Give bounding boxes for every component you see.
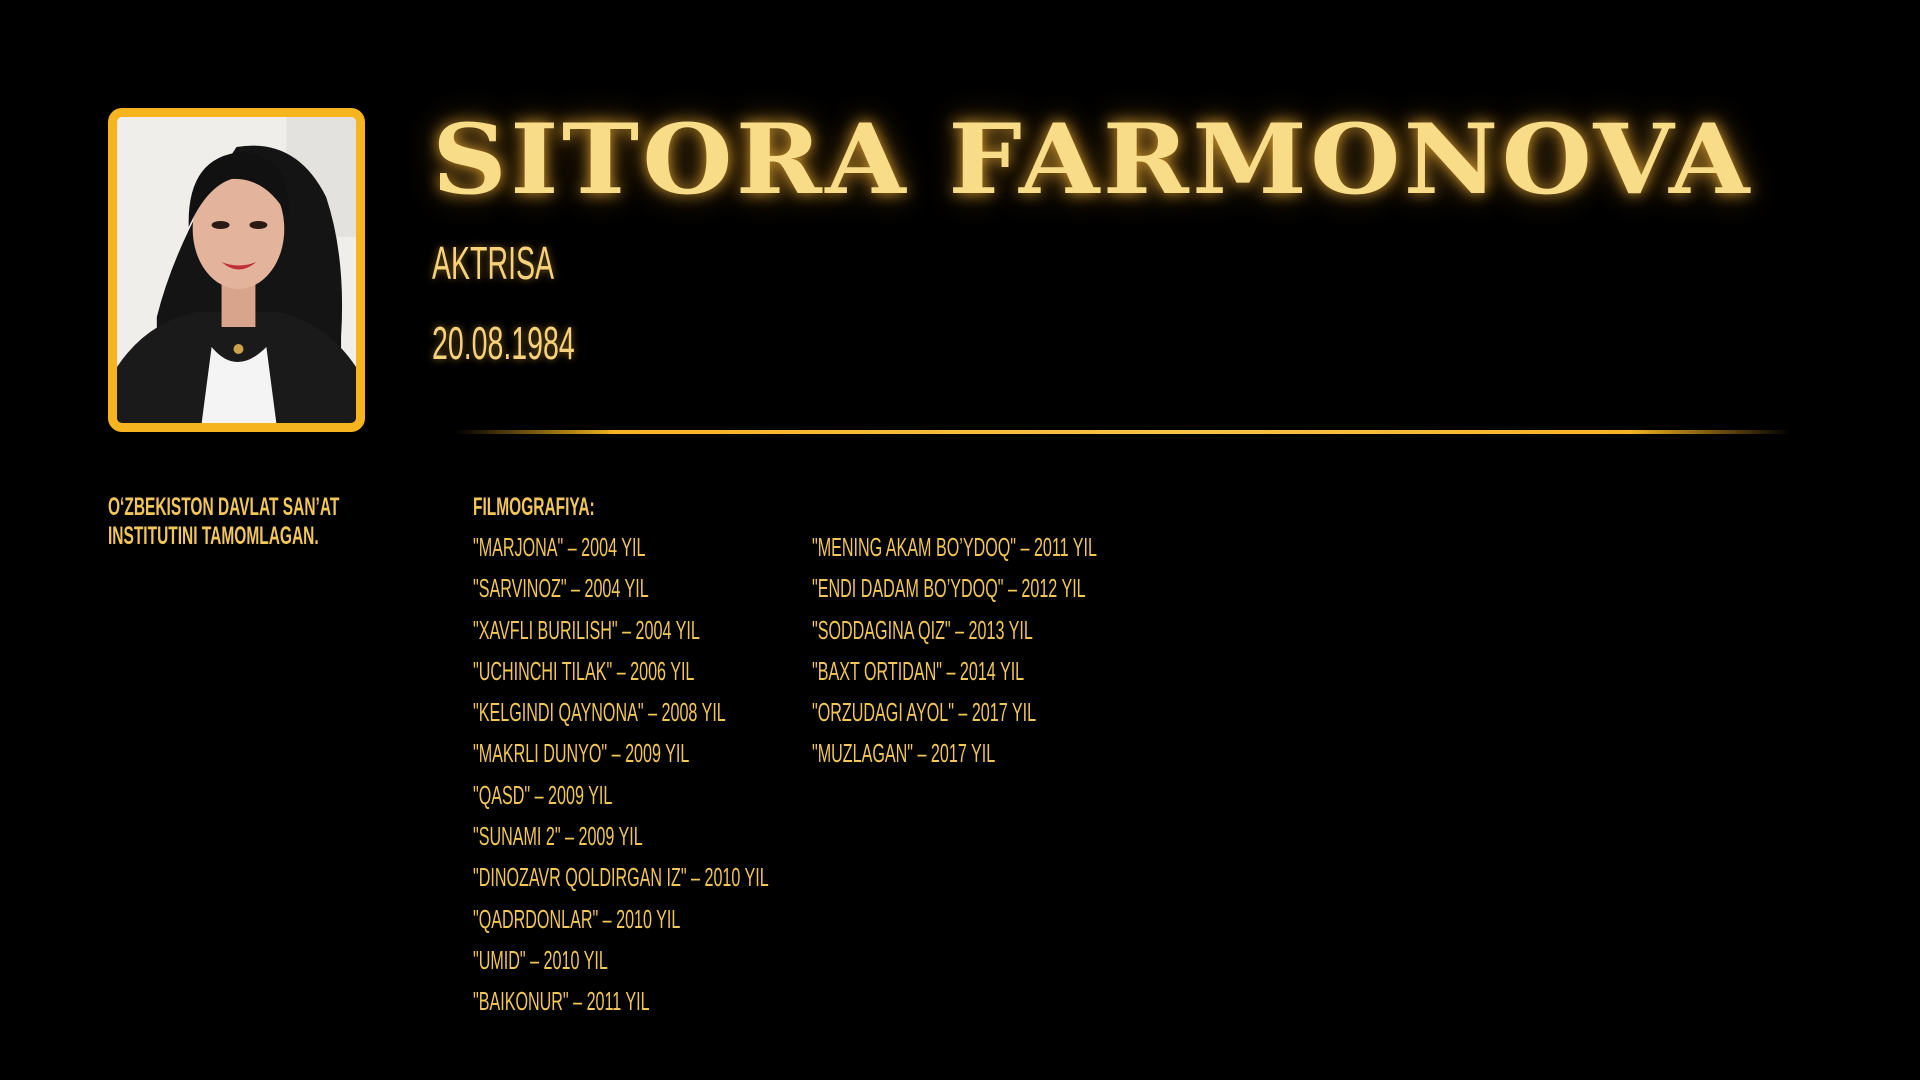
film-item: "SODDAGINA QIZ" – 2013 YIL <box>812 614 1033 645</box>
film-item: "QADRDONLAR" – 2010 YIL <box>473 903 681 934</box>
gold-divider <box>455 430 1790 434</box>
film-item: "UCHINCHI TILAK" – 2006 YIL <box>473 655 695 686</box>
film-item: "MUZLAGAN" – 2017 YIL <box>812 738 996 769</box>
portrait-photo <box>108 108 365 432</box>
actor-name: SITORA FARMONOVA <box>432 103 1753 216</box>
film-item: "UMID" – 2010 YIL <box>473 944 608 975</box>
film-item: "MENING AKAM BO’YDOQ" – 2011 YIL <box>812 532 1097 562</box>
film-item: "DINOZAVR QOLDIRGAN IZ" – 2010 YIL <box>473 862 769 893</box>
education-line: O‘ZBEKISTON DAVLAT SAN’AT <box>108 493 340 521</box>
film-item: "SARVINOZ" – 2004 YIL <box>473 573 649 604</box>
film-item: "XAVFLI BURILISH" – 2004 YIL <box>473 614 700 645</box>
film-item: "KELGINDI QAYNONA" – 2008 YIL <box>473 697 726 728</box>
education-line: INSTITUTINI TAMOMLAGAN. <box>108 522 319 550</box>
education-text: O‘ZBEKISTON DAVLAT SAN’AT INSTITUTINI TA… <box>108 493 339 551</box>
film-item: "QASD" – 2009 YIL <box>473 779 613 810</box>
film-item: "MAKRLI DUNYO" – 2009 YIL <box>473 738 690 769</box>
film-item: "SUNAMI 2" – 2009 YIL <box>473 821 643 852</box>
filmography-column-2: "MENING AKAM BO’YDOQ" – 2011 YIL "ENDI D… <box>812 532 1272 780</box>
filmography-title: FILMOGRAFIYA: <box>473 493 595 521</box>
film-item: "MARJONA" – 2004 YIL <box>473 532 646 562</box>
birth-date: 20.08.1984 <box>432 317 575 369</box>
film-item: "BAIKONUR" – 2011 YIL <box>473 986 650 1017</box>
actor-role: AKTRISA <box>432 237 555 289</box>
film-item: "ENDI DADAM BO’YDOQ" – 2012 YIL <box>812 573 1086 604</box>
film-item: "BAXT ORTIDAN" – 2014 YIL <box>812 655 1025 686</box>
portrait-image <box>117 117 356 423</box>
film-item: "ORZUDAGI AYOL" – 2017 YIL <box>812 697 1037 728</box>
